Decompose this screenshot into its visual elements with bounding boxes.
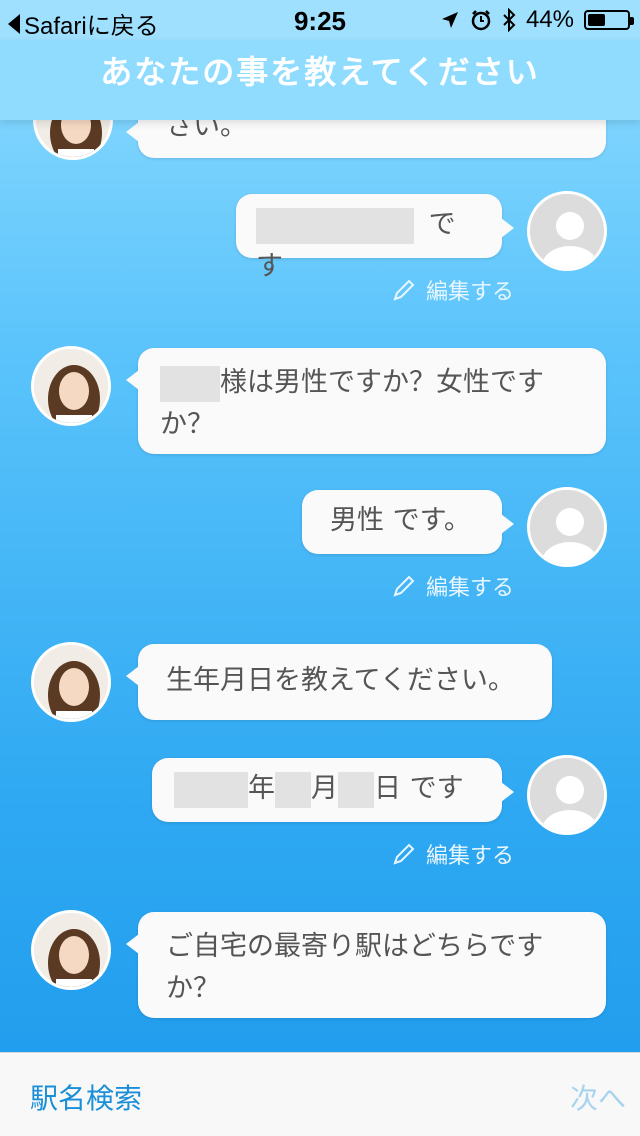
edit-button[interactable]: 編集する: [392, 838, 514, 870]
agent-avatar: [33, 120, 113, 160]
day-label: 日: [374, 773, 401, 804]
edit-label: 編集する: [426, 280, 515, 305]
agent-avatar: [31, 910, 111, 990]
redacted-name: [256, 207, 414, 244]
message-text: ご自宅の最寄り駅はどちらですか？: [166, 931, 544, 1004]
edit-button[interactable]: 編集する: [392, 570, 514, 602]
station-search-button[interactable]: 駅名検索: [30, 1077, 142, 1117]
battery-icon: [584, 10, 634, 30]
next-button[interactable]: 次へ: [570, 1077, 626, 1117]
message-bubble-agent: ご自宅の最寄り駅はどちらですか？: [126, 912, 606, 1018]
message-bubble-user: です: [236, 194, 514, 282]
location-arrow-icon: [441, 12, 458, 28]
message-bubble-user: 年 月 日 です: [152, 758, 514, 822]
redacted-name: [160, 365, 220, 402]
message-bubble-agent: 様は男性ですか？女性ですか？: [126, 348, 606, 454]
user-avatar: [527, 487, 607, 567]
pencil-icon: [393, 279, 415, 301]
agent-avatar: [31, 642, 111, 722]
message-text: 生年月日を教えてください。: [166, 665, 515, 696]
edit-label: 編集する: [426, 576, 515, 601]
alarm-icon: [471, 10, 491, 31]
message-bubble-user: 男性 です。: [302, 490, 514, 554]
pencil-icon: [393, 843, 415, 865]
redacted-month: [275, 771, 311, 808]
message-text: 男性 です。: [330, 505, 471, 536]
redacted-day: [338, 771, 374, 808]
user-avatar: [527, 755, 607, 835]
edit-label: 編集する: [426, 844, 515, 869]
message-bubble-agent: さい。: [126, 120, 606, 158]
year-label: 年: [248, 773, 275, 804]
bottom-toolbar: 駅名検索 次へ: [0, 1052, 640, 1136]
redacted-year: [174, 771, 248, 808]
edit-button[interactable]: 編集する: [392, 274, 514, 306]
message-text: さい。: [166, 120, 247, 142]
status-bar: Safariに戻る 9:25 44%: [0, 0, 640, 40]
month-label: 月: [311, 773, 338, 804]
message-text: です: [401, 773, 464, 804]
pencil-icon: [393, 575, 415, 597]
chat-area[interactable]: さい。 です 編集する 様は男性ですか？女性ですか？ 男性 です。 編集する 生…: [0, 120, 640, 1052]
battery-percent: 44%: [525, 6, 574, 33]
agent-avatar: [31, 346, 111, 426]
bluetooth-icon: [503, 8, 516, 32]
message-bubble-agent: 生年月日を教えてください。: [126, 644, 552, 720]
page-title: あなたの事を教えてください: [0, 40, 640, 120]
user-avatar: [527, 191, 607, 271]
